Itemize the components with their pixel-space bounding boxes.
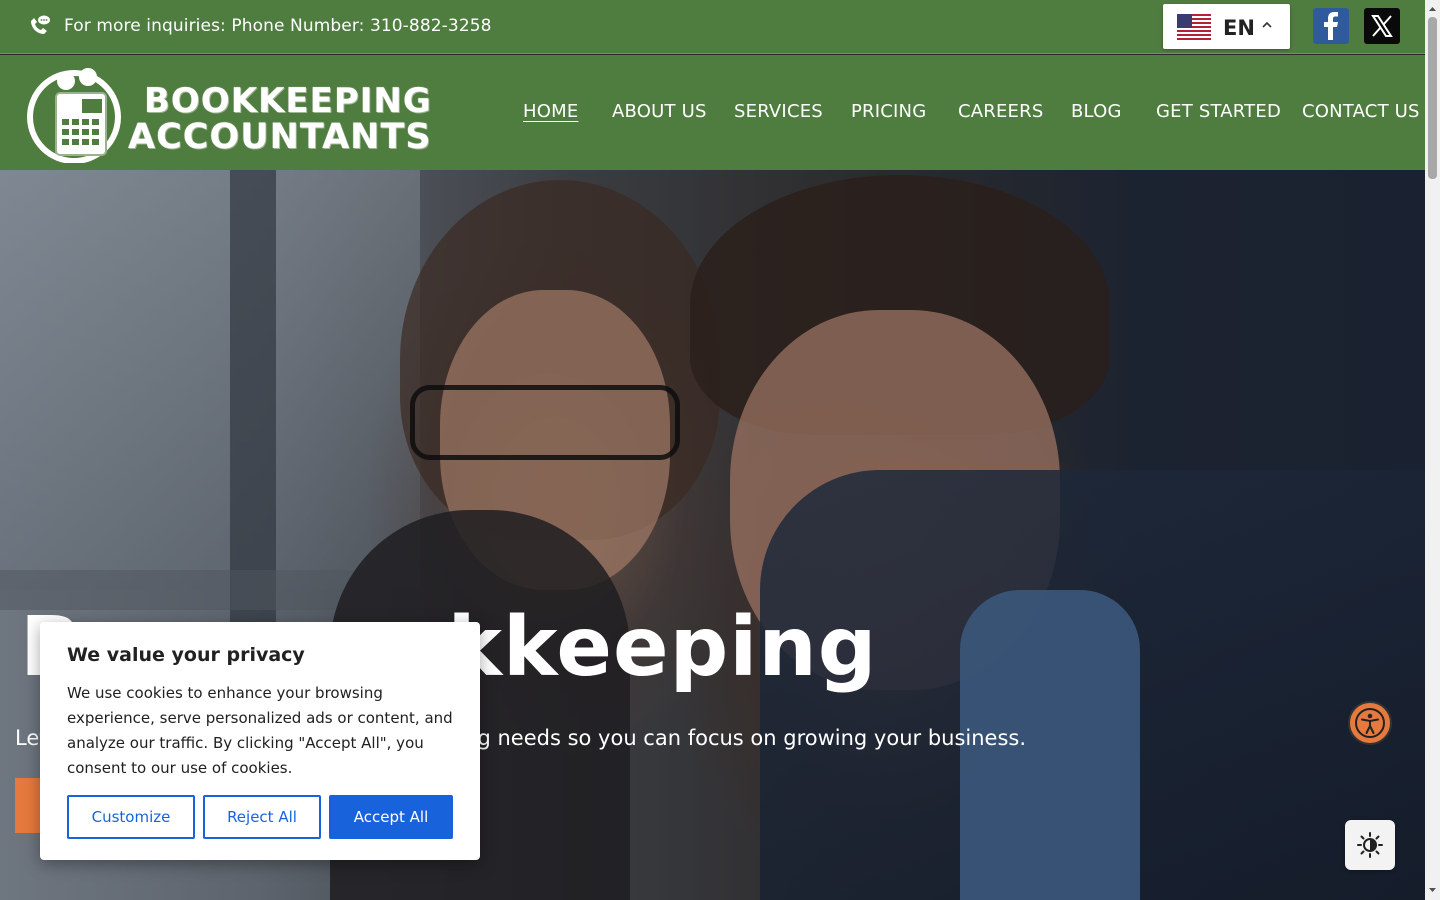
page-scrollbar[interactable] <box>1425 0 1440 900</box>
scroll-down-arrow-icon[interactable] <box>1428 886 1437 895</box>
x-twitter-link[interactable] <box>1364 8 1400 44</box>
reject-all-button[interactable]: Reject All <box>203 795 321 839</box>
nav-pricing[interactable]: PRICING <box>851 101 926 122</box>
customize-button[interactable]: Customize <box>67 795 195 839</box>
facebook-icon <box>1324 12 1338 40</box>
nav-blog[interactable]: BLOG <box>1071 101 1122 122</box>
chevron-up-icon <box>1262 21 1272 28</box>
language-selector[interactable]: EN <box>1163 4 1290 49</box>
cookie-body: We use cookies to enhance your browsing … <box>67 684 453 777</box>
cookie-title: We value your privacy <box>67 644 305 666</box>
main-navbar: BOOKKEEPING ACCOUNTANTS HOME ABOUT US SE… <box>0 55 1425 170</box>
hero-background-window <box>0 170 420 590</box>
accessibility-button[interactable] <box>1348 701 1392 745</box>
nav-careers[interactable]: CAREERS <box>958 101 1043 122</box>
top-bar: For more inquiries: Phone Number: 310-88… <box>0 0 1425 54</box>
nav-services[interactable]: SERVICES <box>734 101 823 122</box>
scrollbar-thumb[interactable] <box>1428 17 1437 179</box>
contrast-toggle-button[interactable] <box>1345 820 1395 870</box>
accept-all-button[interactable]: Accept All <box>329 795 453 839</box>
language-code: EN <box>1223 16 1255 40</box>
contrast-icon <box>1357 832 1383 858</box>
phone-icon <box>31 15 50 34</box>
logo-emblem-icon <box>27 68 121 163</box>
nav-home[interactable]: HOME <box>523 101 578 122</box>
logo-line1: BOOKKEEPING <box>144 81 432 121</box>
accessibility-icon <box>1355 708 1385 738</box>
logo-line2: ACCOUNTANTS <box>128 117 432 157</box>
x-twitter-icon <box>1371 15 1393 37</box>
phone-inquiry-text: For more inquiries: Phone Number: 310-88… <box>64 16 492 36</box>
us-flag-icon <box>1177 14 1211 40</box>
cookie-consent-banner: We value your privacy We use cookies to … <box>40 622 480 860</box>
nav-contact-us[interactable]: CONTACT US <box>1302 101 1420 122</box>
facebook-link[interactable] <box>1313 8 1349 44</box>
nav-get-started[interactable]: GET STARTED <box>1156 101 1281 122</box>
site-logo[interactable]: BOOKKEEPING ACCOUNTANTS <box>26 61 431 165</box>
hero-subtitle-tail: g needs so you can focus on growing your… <box>477 726 1027 750</box>
nav-about-us[interactable]: ABOUT US <box>612 101 707 122</box>
hero-title-fragment: kkeeping <box>447 600 878 695</box>
scroll-up-arrow-icon[interactable] <box>1428 4 1437 13</box>
